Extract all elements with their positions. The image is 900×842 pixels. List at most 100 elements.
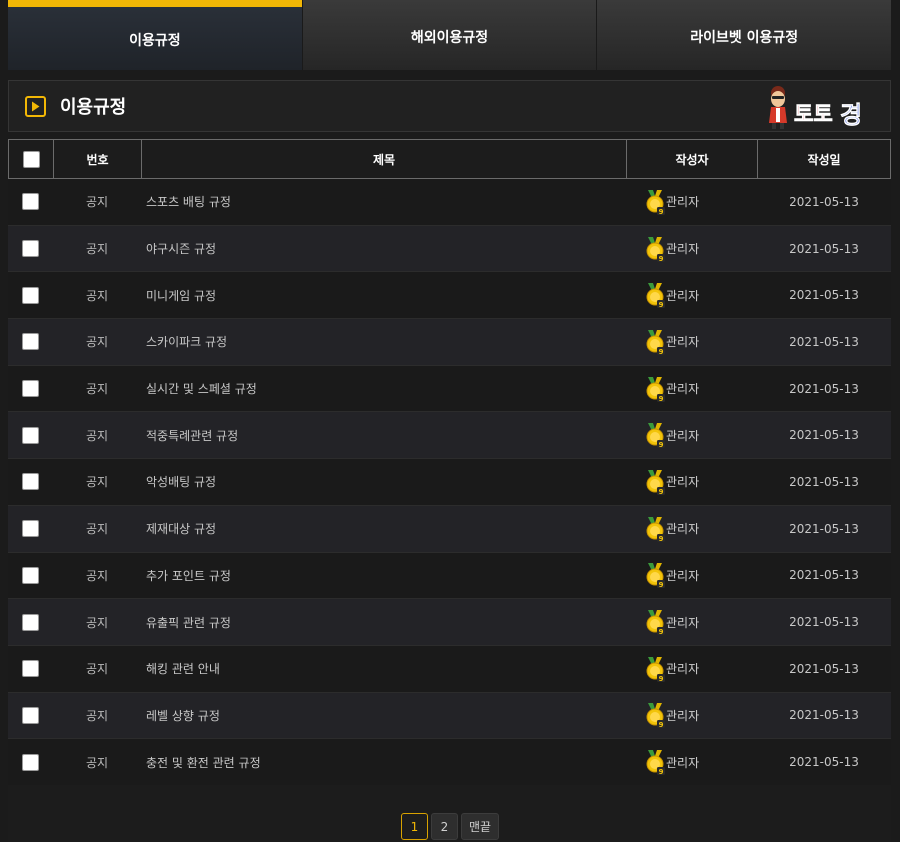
- row-writer: 9 관리자: [626, 516, 757, 543]
- row-checkbox[interactable]: [22, 566, 39, 584]
- row-select-cell: [8, 473, 53, 491]
- row-number: 공지: [85, 382, 109, 397]
- page-2-button[interactable]: 2: [431, 813, 458, 840]
- row-subject-link[interactable]: 충전 및 환전 관련 규정: [141, 754, 626, 771]
- pagination-area: 1 2 맨끝: [8, 785, 891, 842]
- select-all-checkbox[interactable]: [22, 150, 40, 168]
- page-title: 이용규정: [60, 97, 127, 118]
- table-row: 공지 유출픽 관련 규정 9 관리자 2021-05-13: [8, 599, 891, 646]
- tab-label: 해외이용규정: [410, 30, 489, 46]
- row-subject-link[interactable]: 적중특례관련 규정: [141, 427, 626, 444]
- row-checkbox[interactable]: [22, 753, 39, 771]
- row-checkbox[interactable]: [22, 193, 39, 211]
- row-date: 2021-05-13: [789, 381, 859, 396]
- row-subject-link[interactable]: 스포츠 배팅 규정: [141, 193, 626, 210]
- level-medal-icon: 9: [644, 236, 666, 263]
- last-page-button[interactable]: 맨끝: [461, 813, 500, 840]
- level-medal-icon: 9: [644, 329, 666, 356]
- writer-name: 관리자: [666, 288, 700, 303]
- row-writer: 9 관리자: [626, 702, 757, 729]
- row-subject-link[interactable]: 미니게임 규정: [141, 287, 626, 304]
- table-row: 공지 미니게임 규정 9 관리자 2021-05-13: [8, 272, 891, 320]
- row-subject-link[interactable]: 야구시즌 규정: [141, 240, 626, 257]
- header-number: 번호: [54, 140, 142, 178]
- row-date: 2021-05-13: [789, 521, 859, 536]
- site-logo: 토토 경: [762, 81, 886, 131]
- row-checkbox[interactable]: [22, 613, 39, 631]
- table-row: 공지 적중특례관련 규정 9 관리자 2021-05-13: [8, 412, 891, 460]
- svg-text:9: 9: [659, 628, 664, 635]
- level-medal-icon: 9: [644, 189, 666, 216]
- writer-name: 관리자: [666, 195, 700, 210]
- row-subject-link[interactable]: 해킹 관련 안내: [141, 660, 626, 677]
- row-checkbox[interactable]: [22, 426, 39, 444]
- row-date: 2021-05-13: [789, 474, 859, 489]
- level-medal-icon: 9: [644, 702, 666, 729]
- tab-rules[interactable]: 이용규정: [8, 0, 303, 70]
- row-number: 공지: [85, 288, 109, 303]
- row-select-cell: [8, 426, 53, 444]
- row-subject-link[interactable]: 유출픽 관련 규정: [141, 614, 626, 631]
- row-writer: 9 관리자: [626, 329, 757, 356]
- writer-name: 관리자: [666, 755, 700, 770]
- row-date: 2021-05-13: [789, 241, 859, 256]
- level-medal-icon: 9: [644, 516, 666, 543]
- row-writer: 9 관리자: [626, 189, 757, 216]
- row-select-cell: [8, 706, 53, 724]
- header-date: 작성일: [807, 152, 841, 167]
- select-all-cell: [9, 140, 54, 178]
- level-medal-icon: 9: [644, 656, 666, 683]
- svg-text:9: 9: [659, 581, 664, 588]
- level-medal-icon: 9: [644, 749, 666, 776]
- level-medal-icon: 9: [644, 422, 666, 449]
- table-row: 공지 야구시즌 규정 9 관리자 2021-05-13: [8, 225, 891, 273]
- table-header: 번호 제목 작성자 작성일: [8, 139, 891, 179]
- row-subject-link[interactable]: 제재대상 규정: [141, 520, 626, 537]
- tab-overseas-rules[interactable]: 해외이용규정: [302, 0, 598, 70]
- row-number: 공지: [85, 242, 109, 257]
- board-header: 이용규정 토토 경: [8, 80, 891, 132]
- svg-text:9: 9: [659, 441, 664, 448]
- row-checkbox[interactable]: [22, 380, 39, 398]
- row-writer: 9 관리자: [626, 656, 757, 683]
- svg-text:경: 경: [840, 101, 862, 129]
- row-writer: 9 관리자: [626, 236, 757, 263]
- row-date: 2021-05-13: [789, 615, 859, 630]
- row-number: 공지: [85, 475, 109, 490]
- table-row: 공지 악성배팅 규정 9 관리자 2021-05-13: [8, 459, 891, 506]
- writer-name: 관리자: [666, 708, 700, 723]
- svg-text:9: 9: [659, 348, 664, 355]
- row-checkbox[interactable]: [22, 473, 39, 491]
- row-subject-link[interactable]: 실시간 및 스페셜 규정: [141, 380, 626, 397]
- row-checkbox[interactable]: [22, 333, 39, 351]
- row-subject-link[interactable]: 스카이파크 규정: [141, 333, 626, 350]
- row-subject-link[interactable]: 레벨 상향 규정: [141, 707, 626, 724]
- row-select-cell: [8, 520, 53, 538]
- tab-livebet-rules[interactable]: 라이브벳 이용규정: [597, 0, 892, 70]
- row-writer: 9 관리자: [626, 749, 757, 776]
- row-writer: 9 관리자: [626, 562, 757, 589]
- play-icon: [25, 95, 46, 117]
- svg-text:9: 9: [659, 395, 664, 402]
- row-date: 2021-05-13: [789, 755, 859, 770]
- row-subject-link[interactable]: 추가 포인트 규정: [141, 567, 626, 584]
- writer-name: 관리자: [666, 428, 700, 443]
- row-subject-link[interactable]: 악성배팅 규정: [141, 473, 626, 490]
- pagination: 1 2 맨끝: [401, 813, 500, 840]
- row-checkbox[interactable]: [22, 286, 39, 304]
- table-body: 공지 스포츠 배팅 규정 9 관리자 2021-05-13 공지 야구시즌 규정 9 관리자 20…: [8, 179, 891, 786]
- writer-name: 관리자: [666, 382, 700, 397]
- page-1-button[interactable]: 1: [401, 813, 428, 840]
- table-row: 공지 충전 및 환전 관련 규정 9 관리자 2021-05-13: [8, 739, 891, 786]
- row-checkbox[interactable]: [22, 240, 39, 258]
- tab-label: 이용규정: [129, 33, 181, 49]
- table-row: 공지 스카이파크 규정 9 관리자 2021-05-13: [8, 319, 891, 366]
- row-writer: 9 관리자: [626, 609, 757, 636]
- row-checkbox[interactable]: [22, 520, 39, 538]
- row-checkbox[interactable]: [22, 706, 39, 724]
- table-row: 공지 제재대상 규정 9 관리자 2021-05-13: [8, 505, 891, 553]
- table-row: 공지 해킹 관련 안내 9 관리자 2021-05-13: [8, 645, 891, 693]
- header-writer: 작성자: [627, 140, 758, 178]
- row-writer: 9 관리자: [626, 422, 757, 449]
- row-checkbox[interactable]: [22, 660, 39, 678]
